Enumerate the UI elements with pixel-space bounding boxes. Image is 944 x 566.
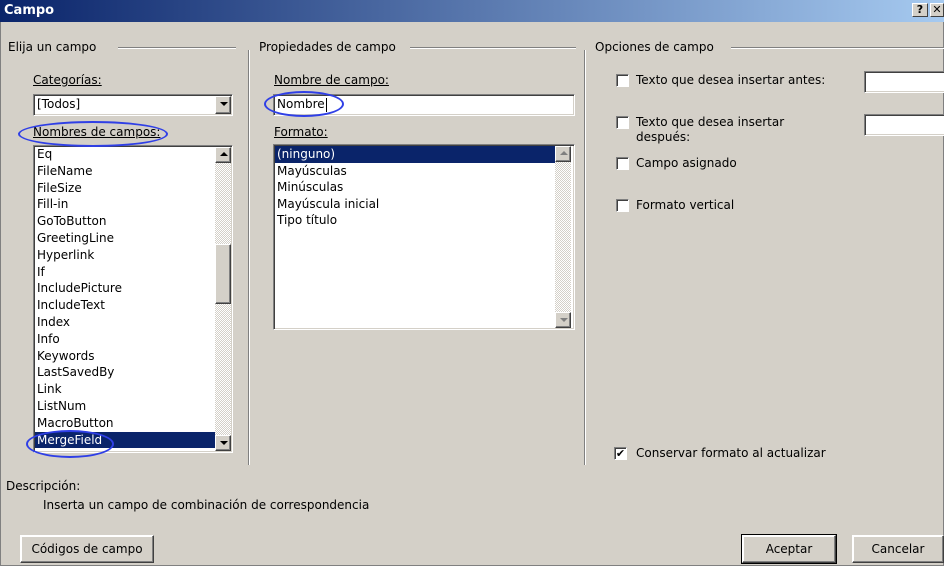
format-list-item[interactable]: Mayúscula inicial	[275, 196, 555, 213]
ok-button[interactable]: Aceptar	[741, 534, 837, 564]
format-scroll-up-icon[interactable]	[555, 146, 571, 162]
field-names-label: Nombres de campos:	[33, 125, 161, 139]
text-after-input[interactable]	[864, 114, 944, 136]
format-list-item[interactable]: (ninguno)	[275, 146, 555, 163]
window-title: Campo	[4, 3, 55, 18]
field-list-item[interactable]: IncludeText	[35, 297, 215, 314]
vertical-format-checkbox[interactable]	[616, 199, 629, 212]
description-text: Inserta un campo de combinación de corre…	[43, 498, 370, 512]
categories-dropdown[interactable]: [Todos]	[33, 94, 233, 116]
field-name-input[interactable]: Nombre	[273, 94, 575, 116]
group-title-elija: Elija un campo	[8, 40, 103, 54]
format-items: (ninguno) Mayúsculas Minúsculas Mayúscula i…	[275, 146, 555, 229]
categories-value: [Todos]	[37, 97, 81, 111]
field-name-value: Nombre	[277, 97, 325, 111]
field-list-item[interactable]: Keywords	[35, 348, 215, 365]
field-list-scrollbar[interactable]	[215, 147, 231, 451]
field-names-list[interactable]: Eq FileName FileSize Fill-in GoToButton Greet…	[33, 145, 233, 453]
field-list-item[interactable]: FileSize	[35, 180, 215, 197]
field-list-item[interactable]: MacroButton	[35, 415, 215, 432]
field-list-item[interactable]: LastSavedBy	[35, 364, 215, 381]
format-scroll-down-icon[interactable]	[555, 312, 571, 328]
title-bar[interactable]: Campo	[0, 0, 944, 22]
mapped-field-checkbox[interactable]	[616, 157, 629, 170]
field-name-label: Nombre de campo:	[274, 73, 389, 87]
option-after-label: Texto que desea insertar después:	[636, 115, 785, 144]
text-before-input[interactable]	[864, 71, 944, 93]
close-button[interactable]: ✕	[930, 3, 944, 17]
scroll-down-icon[interactable]	[215, 435, 231, 451]
mapped-field-label: Campo asignado	[636, 156, 737, 170]
text-caret	[326, 98, 327, 112]
option-before-checkbox[interactable]	[616, 74, 629, 87]
help-button[interactable]: ?	[912, 3, 928, 17]
group-line-middle	[410, 47, 576, 49]
scroll-up-icon[interactable]	[215, 147, 231, 163]
description-label: Descripción:	[6, 479, 81, 493]
separator-right	[584, 50, 586, 465]
preserve-format-label: Conservar formato al actualizar	[636, 446, 826, 460]
field-list-item[interactable]: Index	[35, 314, 215, 331]
field-names-items: Eq FileName FileSize Fill-in GoToButton Greet…	[35, 146, 215, 449]
option-after-checkbox[interactable]	[616, 116, 629, 129]
dropdown-arrow-icon[interactable]	[215, 96, 231, 114]
group-line-right	[731, 47, 944, 49]
separator-left	[248, 50, 250, 465]
field-list-item[interactable]: GoToButton	[35, 213, 215, 230]
vertical-format-label: Formato vertical	[636, 198, 735, 212]
option-before-label: Texto que desea insertar antes:	[636, 73, 826, 87]
field-list-item[interactable]: FileName	[35, 163, 215, 180]
scroll-thumb[interactable]	[215, 244, 231, 304]
categories-label: Categorías:	[33, 73, 102, 87]
field-list-item[interactable]: MergeField	[35, 431, 215, 449]
group-title-propiedades: Propiedades de campo	[259, 40, 402, 54]
field-list-item[interactable]: If	[35, 264, 215, 281]
field-codes-button[interactable]: Códigos de campo	[20, 535, 154, 563]
cancel-button[interactable]: Cancelar	[852, 535, 944, 563]
format-list-scrollbar[interactable]	[555, 146, 571, 328]
preserve-format-checkbox[interactable]: ✔	[614, 447, 627, 460]
field-list-item[interactable]: Link	[35, 381, 215, 398]
field-list-item[interactable]: Info	[35, 331, 215, 348]
group-line-left	[118, 47, 236, 49]
group-title-opciones: Opciones de campo	[595, 40, 720, 54]
format-list-item[interactable]: Minúsculas	[275, 179, 555, 196]
field-list-item[interactable]: IncludePicture	[35, 280, 215, 297]
field-list-item[interactable]: Eq	[35, 146, 215, 163]
format-list[interactable]: (ninguno) Mayúsculas Minúsculas Mayúscula i…	[273, 144, 575, 330]
format-list-item[interactable]: Tipo título	[275, 212, 555, 229]
field-list-item[interactable]: Fill-in	[35, 196, 215, 213]
format-label: Formato:	[274, 125, 328, 139]
format-list-item[interactable]: Mayúsculas	[275, 163, 555, 180]
field-list-item[interactable]: Hyperlink	[35, 247, 215, 264]
field-list-item[interactable]: GreetingLine	[35, 230, 215, 247]
field-list-item[interactable]: ListNum	[35, 398, 215, 415]
